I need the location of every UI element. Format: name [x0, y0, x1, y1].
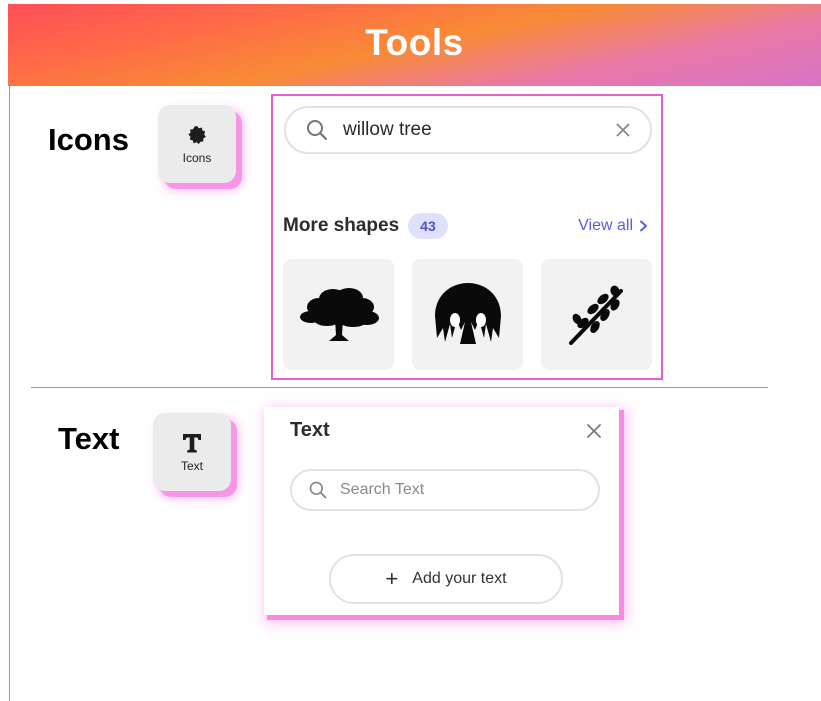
- shape-card-oak-tree[interactable]: [283, 259, 394, 370]
- icons-tile-label: Icons: [182, 150, 212, 165]
- more-shapes-title: More shapes: [283, 215, 400, 236]
- view-all-label: View all: [578, 217, 633, 234]
- section-divider: [31, 387, 768, 388]
- plus-icon: +: [385, 566, 399, 591]
- shape-count-badge: 43: [408, 213, 448, 239]
- text-search-field[interactable]: [290, 469, 600, 511]
- shape-card-willow-branch[interactable]: [541, 259, 652, 370]
- search-icon: [307, 120, 328, 141]
- oak-tree-icon: [299, 287, 379, 341]
- text-section-label: Text: [58, 421, 120, 456]
- willow-branch-icon: [568, 285, 623, 345]
- header-banner: Tools: [8, 4, 821, 86]
- more-shapes-header: More shapes 43: [283, 213, 448, 239]
- shape-card-willow-tree[interactable]: [412, 259, 523, 370]
- icons-section-label: Icons: [48, 122, 129, 157]
- text-tool-button[interactable]: Text: [153, 413, 231, 491]
- add-your-text-label: Add your text: [412, 570, 507, 587]
- text-panel: Text + Add your text: [264, 407, 619, 615]
- view-all-link[interactable]: View all: [578, 217, 649, 235]
- add-your-text-button[interactable]: + Add your text: [329, 554, 563, 604]
- search-input[interactable]: willow tree: [343, 119, 612, 141]
- text-tile-label: Text: [180, 458, 203, 473]
- clear-search-button[interactable]: [612, 119, 634, 141]
- icon-search-field[interactable]: willow tree: [284, 106, 652, 154]
- close-icon: [616, 123, 630, 137]
- willow-tree-icon: [434, 282, 501, 344]
- text-tool-icon: [183, 433, 201, 452]
- icons-tool-button[interactable]: Icons: [158, 105, 236, 183]
- text-search-input[interactable]: [338, 480, 572, 500]
- page-title: Tools: [365, 22, 464, 63]
- icons-panel: willow tree More shapes 43 View all: [271, 94, 663, 380]
- close-text-panel-button[interactable]: [583, 420, 605, 442]
- search-icon: [309, 481, 327, 499]
- close-icon: [587, 424, 601, 438]
- chevron-right-icon: [640, 220, 647, 232]
- text-panel-title: Text: [290, 419, 330, 441]
- left-divider: [9, 86, 10, 701]
- badge-icon: [188, 125, 206, 144]
